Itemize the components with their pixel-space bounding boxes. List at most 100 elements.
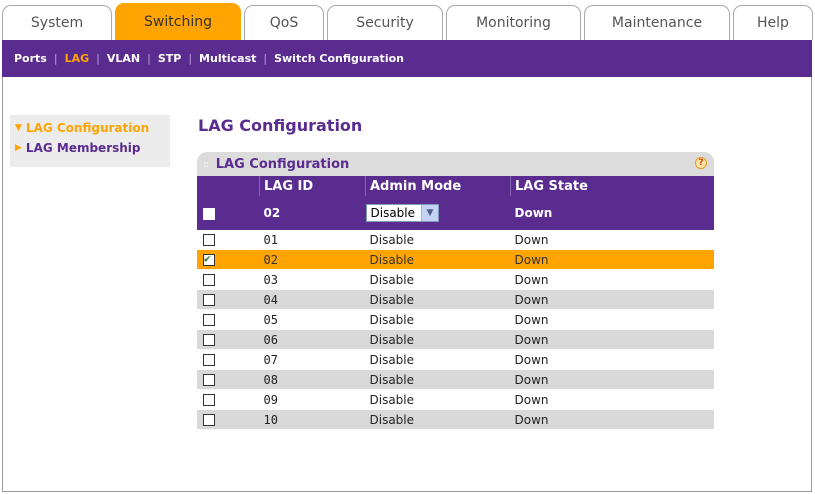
header-select [197,176,260,196]
row-admin-mode: Disable [365,349,511,370]
sub-navigation: Ports | LAG | VLAN | STP | Multicast | S… [2,40,812,77]
row-select-cell [197,249,260,270]
row-admin-mode: Disable [365,230,511,250]
tab-switching[interactable]: Switching [115,3,241,40]
row-lag-state: Down [510,349,714,370]
table-row[interactable]: 01 Disable Down [197,230,714,250]
table-row[interactable]: 07 Disable Down [197,349,714,370]
section-header: :: LAG Configuration ? [197,152,714,176]
grip-icon: :: [203,158,209,170]
edit-admin-mode-cell: Disable ▼ [365,196,511,230]
subnav-separator: | [147,52,151,65]
subnav-multicast[interactable]: Multicast [199,52,256,65]
subnav-separator: | [96,52,100,65]
table-row[interactable]: 08 Disable Down [197,369,714,390]
table-row[interactable]: 09 Disable Down [197,389,714,410]
row-select-cell [197,329,260,350]
table-row[interactable]: 04 Disable Down [197,289,714,310]
row-admin-mode: Disable [365,389,511,410]
subnav-switch-configuration[interactable]: Switch Configuration [274,52,404,65]
subnav-ports[interactable]: Ports [14,52,47,65]
section-title: LAG Configuration [215,156,350,172]
lag-table: LAG ID Admin Mode LAG State 02 Disable ▼… [197,176,714,430]
row-select-cell [197,230,260,250]
row-lag-state: Down [510,269,714,290]
row-checkbox[interactable] [203,374,215,386]
row-lag-state: Down [510,309,714,330]
row-admin-mode: Disable [365,269,511,290]
tab-maintenance[interactable]: Maintenance [584,5,730,40]
tab-monitoring[interactable]: Monitoring [446,5,581,40]
row-lag-id: 01 [259,230,366,250]
row-checkbox[interactable] [203,294,215,306]
row-checkbox[interactable] [203,394,215,406]
row-lag-state: Down [510,409,714,430]
row-lag-state: Down [510,289,714,310]
row-select-cell [197,369,260,390]
row-checkbox[interactable] [203,414,215,426]
row-lag-state: Down [510,230,714,250]
main-tabs: System Switching QoS Security Monitoring… [2,0,813,40]
row-lag-id: 08 [259,369,366,390]
header-lag-state: LAG State [510,176,714,196]
row-lag-id: 03 [259,269,366,290]
row-select-cell [197,389,260,410]
table-row[interactable]: 02DisableDown [197,249,714,270]
row-checkbox[interactable] [203,234,215,246]
row-checkbox[interactable] [203,334,215,346]
header-lag-id: LAG ID [259,176,366,196]
row-admin-mode: Disable [365,369,511,390]
select-all-checkbox[interactable] [203,207,215,220]
header-admin-mode: Admin Mode [365,176,511,196]
row-select-cell [197,409,260,430]
row-checkbox[interactable] [203,314,215,326]
tab-qos[interactable]: QoS [244,5,324,40]
subnav-stp[interactable]: STP [158,52,182,65]
subnav-separator: | [263,52,268,65]
edit-select-cell [197,196,260,230]
row-select-cell [197,289,260,310]
row-lag-state: Down [510,369,714,390]
leftmenu-lag-configuration[interactable]: ▼ LAG Configuration [15,121,149,135]
row-checkbox[interactable] [203,274,215,286]
row-admin-mode: Disable [365,249,511,270]
edit-lag-id: 02 [259,196,366,230]
row-lag-state: Down [510,249,714,270]
subnav-separator: | [53,52,58,65]
page-title: LAG Configuration [198,116,363,135]
row-checkbox[interactable] [203,252,215,266]
subnav-vlan[interactable]: VLAN [107,52,140,65]
row-lag-id: 04 [259,289,366,310]
tab-help[interactable]: Help [733,5,813,40]
subnav-separator: | [188,52,193,65]
table-header-row: LAG ID Admin Mode LAG State [197,176,714,196]
edit-lag-state: Down [510,196,714,230]
row-lag-state: Down [510,389,714,410]
tab-security[interactable]: Security [327,5,443,40]
row-checkbox[interactable] [203,354,215,366]
row-admin-mode: Disable [365,329,511,350]
row-lag-id: 10 [259,409,366,430]
table-row[interactable]: 06 Disable Down [197,329,714,350]
row-select-cell [197,349,260,370]
row-lag-id: 09 [259,389,366,410]
help-icon[interactable]: ? [695,157,707,169]
subnav-lag[interactable]: LAG [65,52,90,65]
left-menu: ▼ LAG Configuration ▶ LAG Membership [10,115,170,167]
chevron-down-icon[interactable]: ▼ [421,205,439,221]
chevron-right-icon: ▶ [15,143,22,153]
leftmenu-lag-membership[interactable]: ▶ LAG Membership [15,141,141,155]
tab-system[interactable]: System [2,5,112,40]
row-admin-mode: Disable [365,409,511,430]
table-row[interactable]: 05 Disable Down [197,309,714,330]
row-lag-state: Down [510,329,714,350]
leftmenu-label: LAG Configuration [25,121,150,135]
table-row[interactable]: 10 Disable Down [197,409,714,430]
row-select-cell [197,269,260,290]
row-lag-id: 02 [259,249,366,270]
row-lag-id: 05 [259,309,366,330]
chevron-down-icon: ▼ [15,123,22,133]
admin-mode-select[interactable]: Disable ▼ [365,204,440,222]
row-admin-mode: Disable [365,289,511,310]
table-row[interactable]: 03 Disable Down [197,269,714,290]
